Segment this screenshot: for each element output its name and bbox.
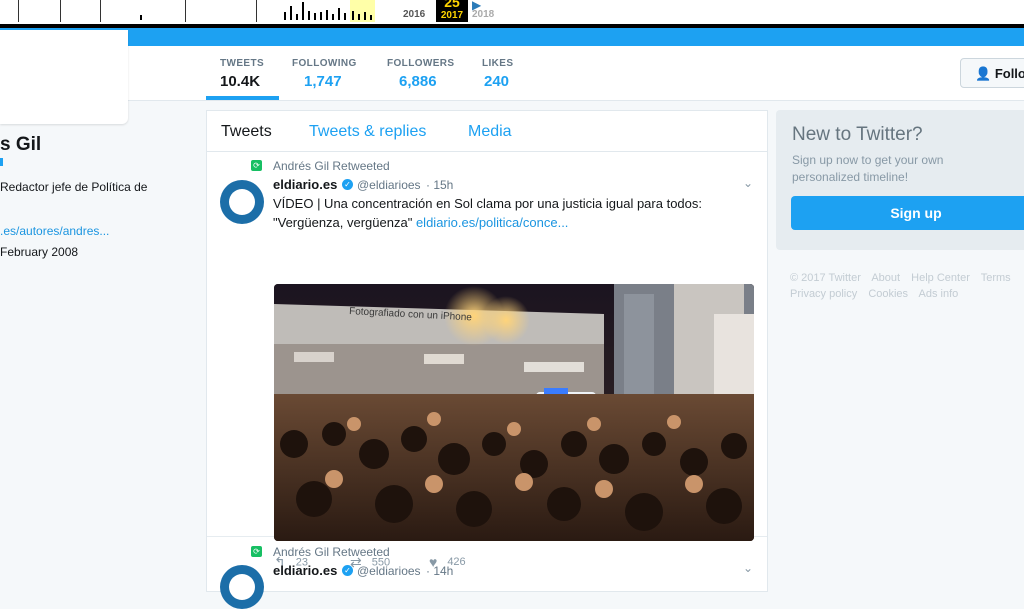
year-2016[interactable]: 2016 [403, 9, 425, 20]
signup-card: New to Twitter? Sign up now to get your … [776, 110, 1024, 250]
sparkline-bar [332, 14, 334, 20]
tweet-author[interactable]: eldiario.es [273, 177, 337, 192]
profile-bio: Redactor jefe de Política de [0, 180, 148, 194]
sparkline-bar [140, 15, 142, 20]
current-year-label: 2017 [440, 10, 464, 21]
profile-avatar[interactable] [0, 30, 128, 124]
stat-tweets[interactable]: TWEETS 10.4K [220, 58, 264, 90]
retweeted-by[interactable]: Andrés Gil Retweeted [273, 159, 390, 173]
retweet-icon: ⟳ [251, 160, 262, 171]
tweet-avatar[interactable] [220, 180, 264, 224]
sparkline-bar [370, 15, 372, 20]
tweet-text: VÍDEO | Una concentración en Sol clama p… [273, 194, 743, 232]
verified-icon: ✓ [342, 179, 353, 190]
stat-value: 1,747 [304, 73, 342, 90]
tab-tweets[interactable]: Tweets [221, 123, 272, 141]
timeline-tick [256, 0, 257, 22]
active-stat-indicator [206, 96, 279, 100]
sparkline-bar [314, 13, 316, 20]
wayback-toolbar: 2016 25 2017 2018 ▶ [0, 0, 1024, 26]
sparkline-bar [338, 8, 340, 20]
profile-name: s Gil [0, 134, 42, 155]
signup-subtitle: Sign up now to get your own personalized… [792, 153, 944, 184]
retweet-icon: ⟳ [251, 546, 262, 557]
next-arrow-icon[interactable]: ▶ [472, 0, 481, 12]
sparkline-bar [308, 11, 310, 20]
footer-copyright: © 2017 Twitter [790, 272, 861, 284]
sparkline-bar [364, 12, 366, 20]
footer-link-ads[interactable]: Ads info [919, 288, 959, 300]
sparkline-bar [302, 2, 304, 20]
profile-joined: February 2008 [0, 245, 79, 259]
profile-handle-fragment [0, 158, 3, 166]
signup-title: New to Twitter? [792, 124, 923, 145]
timeline-tick [100, 0, 101, 22]
sparkline-bar [352, 11, 354, 20]
current-day: 25 [444, 0, 460, 10]
tweet-link[interactable]: eldiario.es/politica/conce... [416, 215, 568, 230]
retweeted-by[interactable]: Andrés Gil Retweeted [273, 545, 390, 559]
sparkline-bar [290, 6, 292, 20]
stat-value: 240 [484, 73, 510, 90]
follow-user-icon: 👤 [975, 66, 992, 81]
follow-button[interactable]: 👤 Follo [960, 58, 1024, 88]
tab-tweets-replies[interactable]: Tweets & replies [309, 123, 426, 141]
sparkline-bar [284, 12, 286, 20]
footer-link-help[interactable]: Help Center [911, 272, 970, 284]
timeline-tabs: Tweets Tweets & replies Media [207, 111, 767, 152]
tweet-time[interactable]: · 15h [426, 178, 453, 192]
stat-label: FOLLOWING [292, 58, 357, 69]
timeline: Tweets Tweets & replies Media ⟳ Andrés G… [206, 110, 768, 609]
signup-button[interactable]: Sign up [791, 196, 1024, 230]
tweet-avatar[interactable] [220, 565, 264, 609]
sparkline-bar [358, 14, 360, 20]
sparkline-bar [326, 10, 328, 20]
footer-links: © 2017 Twitter About Help Center Terms P… [790, 270, 1024, 302]
chevron-down-icon[interactable]: ⌄ [743, 176, 753, 190]
tweet[interactable]: ⟳ Andrés Gil Retweeted eldiario.es ✓ @el… [207, 537, 767, 609]
stat-label: TWEETS [220, 58, 265, 69]
profile-header-band [0, 28, 1024, 46]
tweet-handle[interactable]: @eldiarioes [357, 178, 421, 192]
stat-label: FOLLOWERS [387, 58, 455, 69]
stat-likes[interactable]: LIKES 240 [482, 58, 513, 90]
profile-link[interactable]: .es/autores/andres... [0, 224, 109, 238]
tweet-photo[interactable]: Fotografiado con un iPhone [274, 284, 754, 541]
tweet[interactable]: ⟳ Andrés Gil Retweeted eldiario.es ✓ @el… [207, 152, 767, 570]
stat-following[interactable]: FOLLOWING 1,747 [292, 58, 357, 90]
timeline-tick [60, 0, 61, 22]
chevron-down-icon[interactable]: ⌄ [743, 561, 753, 575]
verified-icon: ✓ [342, 565, 353, 576]
footer-link-terms[interactable]: Terms [981, 272, 1011, 284]
year-current[interactable]: 25 2017 [436, 0, 468, 22]
crowd-photo-illustration: Fotografiado con un iPhone [274, 284, 754, 541]
footer-link-privacy[interactable]: Privacy policy [790, 288, 857, 300]
follow-label: Follo [994, 66, 1024, 81]
sparkline-bar [296, 14, 298, 20]
wayback-timeline[interactable] [0, 0, 400, 22]
timeline-tick [185, 0, 186, 22]
footer-link-about[interactable]: About [871, 272, 900, 284]
stat-followers[interactable]: FOLLOWERS 6,886 [387, 58, 454, 90]
stat-value: 10.4K [220, 73, 261, 90]
tab-media[interactable]: Media [468, 123, 512, 141]
sparkline-bar [320, 12, 322, 20]
stat-label: LIKES [482, 58, 514, 69]
sparkline-bar [344, 13, 346, 20]
timeline-tick [18, 0, 19, 22]
stat-value: 6,886 [399, 73, 437, 90]
footer-link-cookies[interactable]: Cookies [868, 288, 908, 300]
